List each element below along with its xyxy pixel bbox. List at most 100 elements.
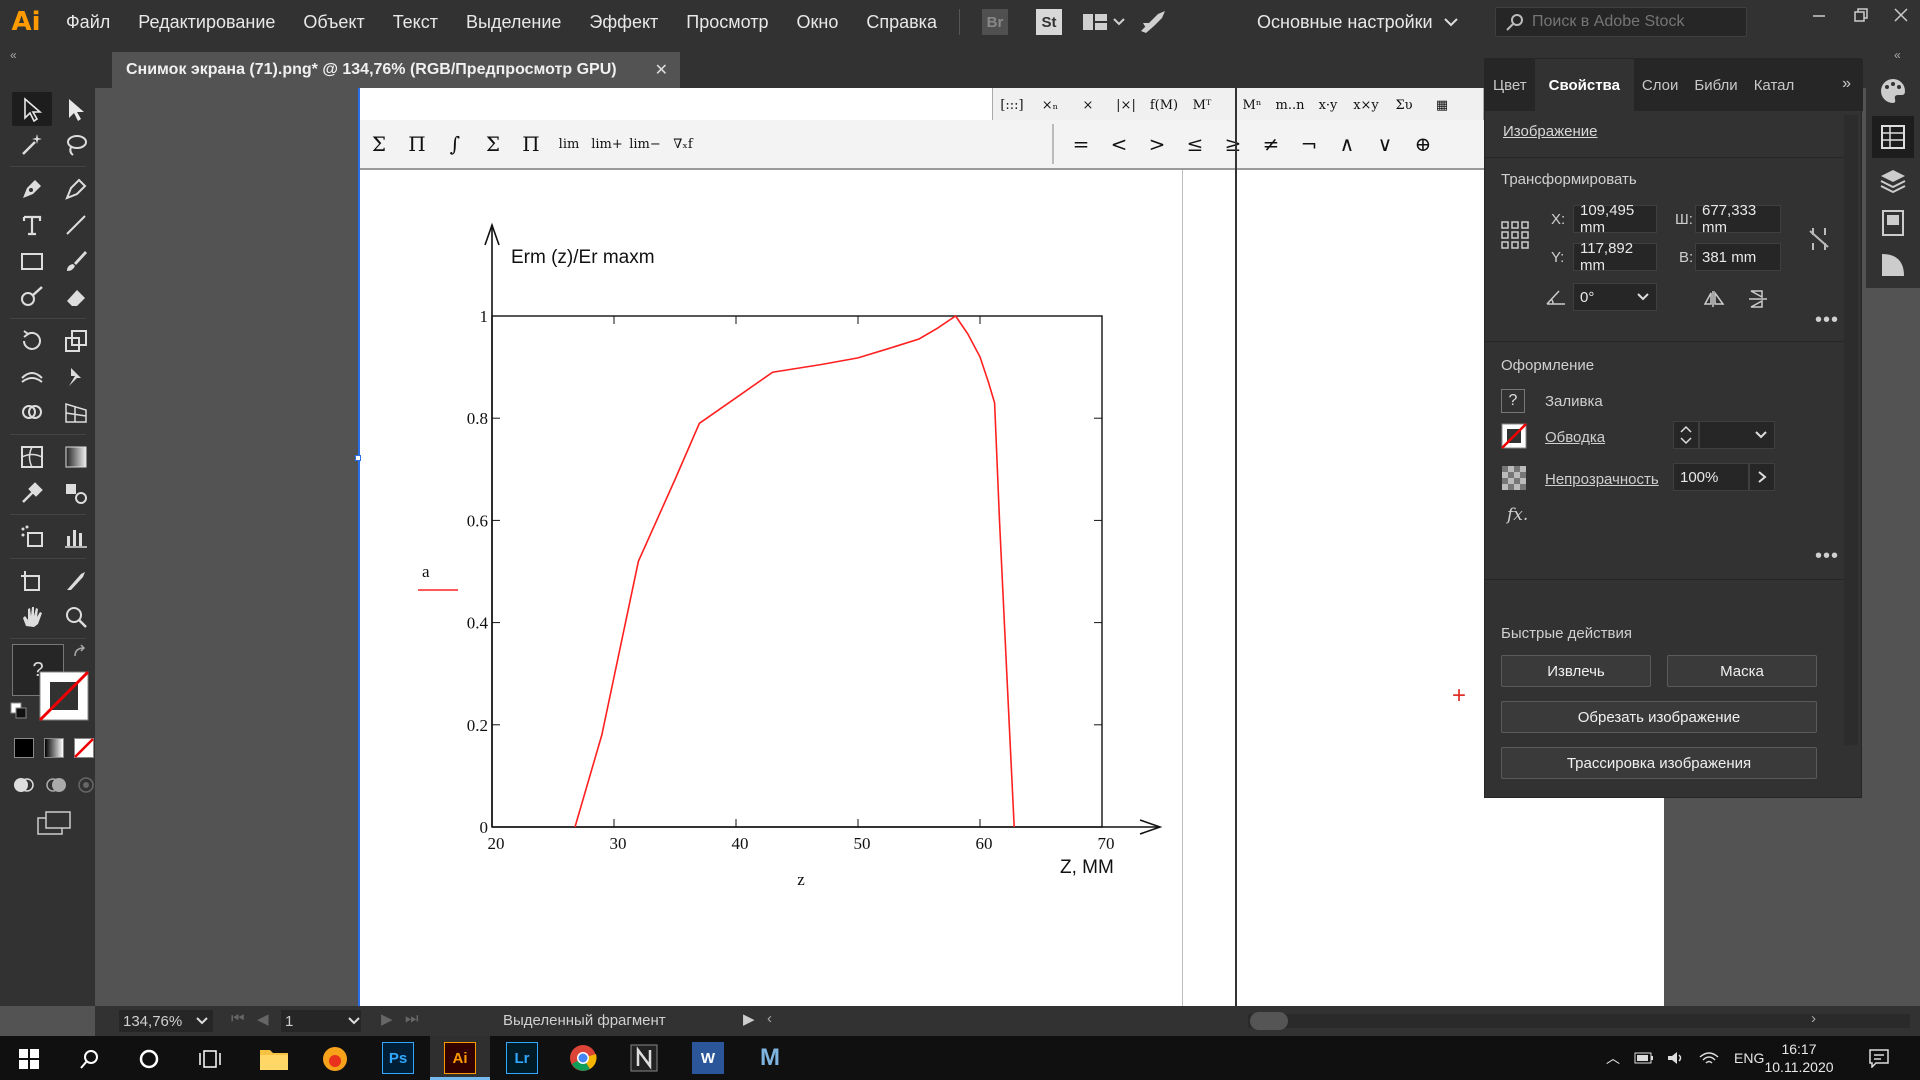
symbol-sprayer-tool[interactable] <box>12 520 52 554</box>
stroke-label[interactable]: Обводка <box>1545 429 1605 446</box>
selection-handle[interactable] <box>355 455 361 461</box>
shape-builder-tool[interactable] <box>12 396 52 430</box>
y-position-field[interactable]: 117,892 mm <box>1573 240 1657 274</box>
default-colors-icon[interactable] <box>10 702 28 720</box>
width-field[interactable]: 677,333 mm <box>1695 202 1781 236</box>
panel-expand-icon[interactable]: » <box>1842 75 1851 93</box>
stroke-width-stepper[interactable] <box>1673 421 1699 449</box>
puppet-warp-tool[interactable] <box>56 360 96 394</box>
image-trace-button[interactable]: Трассировка изображения <box>1501 747 1817 779</box>
close-tab-icon[interactable]: ✕ <box>655 60 668 80</box>
mathcad-icon[interactable]: M <box>754 1042 786 1074</box>
artboard-tool[interactable] <box>12 564 52 598</box>
draw-behind-icon[interactable] <box>44 774 68 796</box>
pen-tool[interactable] <box>12 172 52 206</box>
menu-effect[interactable]: Эффект <box>575 0 672 44</box>
tray-expand-icon[interactable]: ︿ <box>1606 1048 1620 1068</box>
workspace-switcher[interactable]: Основные настройки <box>1257 0 1461 44</box>
color-mode-button[interactable] <box>14 738 34 758</box>
paintbrush-tool[interactable] <box>56 244 96 278</box>
file-explorer-icon[interactable] <box>258 1044 290 1072</box>
chevron-down-icon[interactable] <box>347 1016 361 1026</box>
tab-color[interactable]: Цвет <box>1485 59 1535 111</box>
height-field[interactable]: 381 mm <box>1695 243 1781 271</box>
curvature-tool[interactable] <box>56 172 96 206</box>
layers-icon[interactable] <box>1878 166 1908 196</box>
shaper-tool[interactable] <box>12 280 52 314</box>
photoshop-icon[interactable]: Ps <box>382 1042 414 1074</box>
opacity-field[interactable]: 100% <box>1673 463 1749 491</box>
more-options-icon[interactable]: ••• <box>1815 545 1839 568</box>
menu-type[interactable]: Текст <box>379 0 452 44</box>
menu-help[interactable]: Справка <box>852 0 951 44</box>
rotation-field[interactable]: 0° <box>1573 283 1657 311</box>
crop-image-button[interactable]: Обрезать изображение <box>1501 701 1817 733</box>
stroke-swatch[interactable] <box>1501 423 1527 449</box>
blend-tool[interactable] <box>56 476 96 510</box>
clock[interactable]: 16:17 10.11.2020 <box>1754 1040 1844 1076</box>
opacity-label[interactable]: Непрозрачность <box>1545 471 1659 488</box>
windows-start-icon[interactable] <box>18 1048 40 1070</box>
menu-select[interactable]: Выделение <box>452 0 575 44</box>
word-icon[interactable]: W <box>692 1042 724 1074</box>
stroke-color-box[interactable] <box>38 670 90 722</box>
gradient-panel-icon[interactable] <box>1878 250 1908 280</box>
restore-button[interactable] <box>1840 0 1882 30</box>
selection-tool[interactable] <box>12 92 52 126</box>
draw-normal-icon[interactable] <box>12 774 36 796</box>
hand-tool[interactable] <box>12 600 52 634</box>
color-palette-icon[interactable] <box>1878 76 1908 106</box>
browser-icon[interactable] <box>320 1044 350 1074</box>
direct-selection-tool[interactable] <box>56 92 96 126</box>
menu-object[interactable]: Объект <box>289 0 378 44</box>
lightroom-icon[interactable]: Lr <box>506 1042 538 1074</box>
opacity-expand-button[interactable] <box>1749 463 1775 491</box>
screen-mode-icon[interactable] <box>36 810 72 838</box>
menu-file[interactable]: Файл <box>52 0 124 44</box>
column-graph-tool[interactable] <box>56 520 96 554</box>
x-position-field[interactable]: 109,495 mm <box>1573 202 1657 236</box>
tab-properties[interactable]: Свойства <box>1534 59 1634 111</box>
mesh-tool[interactable] <box>12 440 52 474</box>
lasso-tool[interactable] <box>56 128 96 162</box>
chrome-icon[interactable] <box>568 1043 598 1073</box>
cortana-icon[interactable] <box>138 1048 160 1070</box>
eyedropper-tool[interactable] <box>12 476 52 510</box>
prev-artboard-icon[interactable]: ◀ <box>257 1010 269 1028</box>
search-icon[interactable] <box>78 1048 100 1070</box>
document-tab[interactable]: Снимок экрана (71).png* @ 134,76% (RGB/П… <box>112 52 680 88</box>
illustrator-icon[interactable]: Ai <box>444 1042 476 1074</box>
perspective-grid-tool[interactable] <box>56 396 96 430</box>
gradient-mode-button[interactable] <box>44 738 64 758</box>
line-segment-tool[interactable] <box>56 208 96 242</box>
type-tool[interactable] <box>12 208 52 242</box>
stroke-width-field[interactable] <box>1699 421 1775 449</box>
rectangle-tool[interactable] <box>12 244 52 278</box>
libraries-icon[interactable] <box>1878 208 1908 238</box>
first-artboard-icon[interactable]: ⏮ <box>231 1010 245 1027</box>
last-artboard-icon[interactable]: ⏭ <box>405 1010 419 1027</box>
collapse-left-icon[interactable]: « <box>10 48 17 62</box>
stock-search-box[interactable] <box>1495 7 1747 37</box>
scroll-right-icon[interactable]: › <box>1811 1010 1816 1027</box>
menu-edit[interactable]: Редактирование <box>124 0 289 44</box>
swap-colors-icon[interactable] <box>72 644 92 660</box>
zoom-tool[interactable] <box>56 600 96 634</box>
network-icon[interactable] <box>1698 1049 1720 1067</box>
gradient-tool[interactable] <box>56 440 96 474</box>
minimize-button[interactable] <box>1798 0 1840 30</box>
flip-vertical-icon[interactable] <box>1747 289 1769 309</box>
close-window-button[interactable] <box>1880 0 1920 30</box>
tab-libraries[interactable]: Библи <box>1686 59 1745 111</box>
width-tool[interactable] <box>12 360 52 394</box>
scale-tool[interactable] <box>56 324 96 358</box>
unlink-proportions-icon[interactable] <box>1807 225 1831 253</box>
effects-icon[interactable]: fx. <box>1507 505 1528 525</box>
properties-panel-icon[interactable] <box>1878 122 1908 152</box>
volume-icon[interactable] <box>1666 1049 1686 1067</box>
eraser-tool[interactable] <box>56 280 96 314</box>
scroll-left-icon[interactable]: ‹ <box>767 1010 772 1027</box>
battery-icon[interactable] <box>1634 1051 1654 1065</box>
zoom-level-field[interactable]: 134,76% <box>119 1010 213 1032</box>
tab-layers[interactable]: Слои <box>1634 59 1686 111</box>
